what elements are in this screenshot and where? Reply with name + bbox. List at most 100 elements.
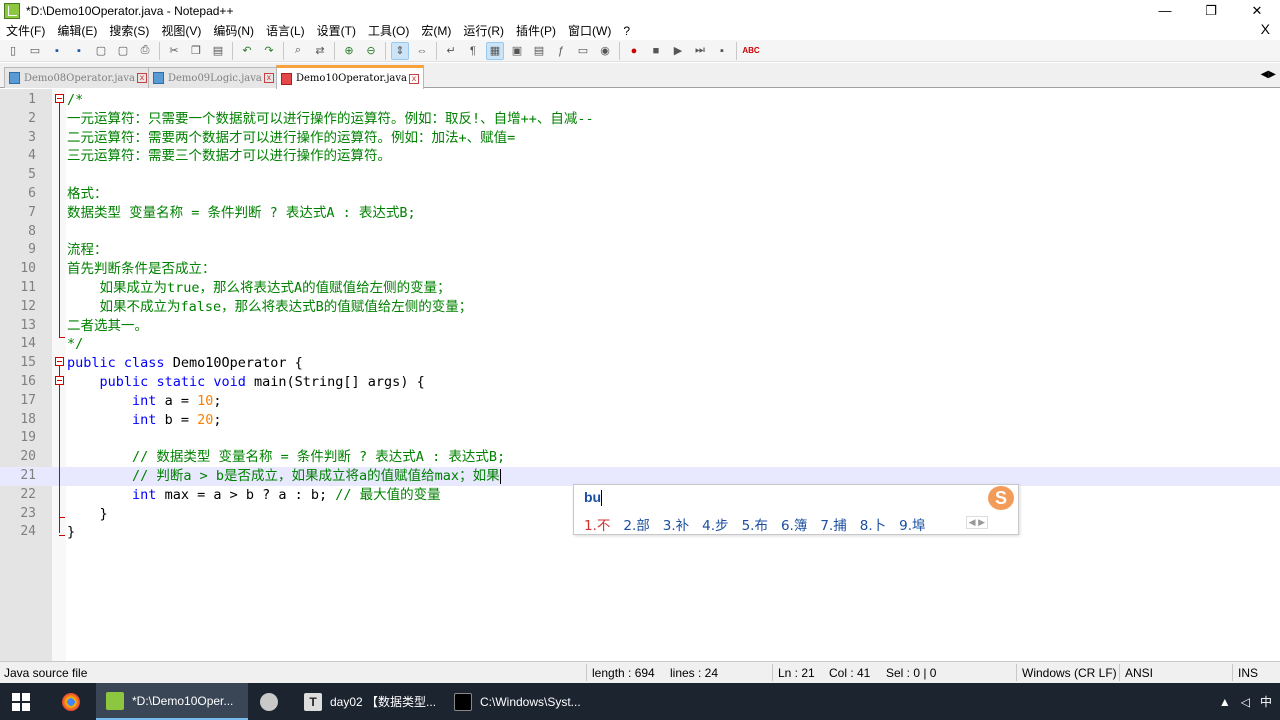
save-icon[interactable]: ▪	[48, 42, 66, 60]
code-line[interactable]: 17 int a = 10;	[0, 392, 1280, 411]
code-line[interactable]: 9 流程：	[0, 241, 1280, 260]
code-line[interactable]: 19	[0, 429, 1280, 448]
code-line[interactable]: 13 二者选其一。	[0, 317, 1280, 336]
tab-scroll-arrows[interactable]: ◀▶	[1261, 69, 1276, 80]
macro-save-icon[interactable]: ▪	[713, 42, 731, 60]
find-icon[interactable]: ⌕	[289, 42, 307, 60]
tab-demo09logic[interactable]: Demo09Logic.java x	[148, 67, 279, 88]
code-line[interactable]: 10 首先判断条件是否成立：	[0, 260, 1280, 279]
sync-vertical-icon[interactable]: ⇕	[391, 41, 409, 60]
code-line[interactable]: 7 数据类型 变量名称 = 条件判断 ? 表达式A : 表达式B;	[0, 204, 1280, 223]
ime-candidate[interactable]: 2.部	[623, 514, 649, 534]
menu-item-9[interactable]: 运行(R)	[457, 22, 510, 39]
menu-item-12[interactable]: ?	[617, 24, 636, 38]
fold-toggle-icon[interactable]	[55, 376, 64, 385]
code-line[interactable]: 3 二元运算符：需要两个数据才可以进行操作的运算符。例如：加法+、赋值=	[0, 129, 1280, 148]
macro-run-multiple-icon[interactable]: ⏭	[691, 42, 709, 60]
tab-demo08operator[interactable]: Demo08Operator.java x	[4, 67, 152, 88]
code-line[interactable]: 1 /*	[0, 91, 1280, 110]
taskbar-notepadpp[interactable]: *D:\Demo10Oper...	[96, 683, 248, 720]
spell-check-icon[interactable]: ABC	[742, 42, 760, 60]
code-line[interactable]: 16 public static void main(String[] args…	[0, 373, 1280, 392]
menu-item-10[interactable]: 插件(P)	[510, 22, 562, 39]
ime-candidate[interactable]: 9.埠	[899, 514, 925, 534]
code-line[interactable]: 12 如果不成立为false，那么将表达式B的值赋值给左侧的变量；	[0, 298, 1280, 317]
tab-close-icon[interactable]: x	[409, 73, 419, 84]
tab-demo10operator[interactable]: Demo10Operator.java x	[276, 65, 424, 89]
menu-item-0[interactable]: 文件(F)	[0, 22, 51, 39]
close-icon[interactable]: ▢	[92, 42, 110, 60]
close-all-icon[interactable]: ▢	[114, 42, 132, 60]
ime-candidate[interactable]: 1.不	[584, 514, 610, 534]
ime-candidate[interactable]: 5.布	[742, 514, 768, 534]
tab-close-icon[interactable]: x	[137, 73, 147, 83]
fold-toggle-icon[interactable]	[55, 357, 64, 366]
minimize-button[interactable]: —	[1142, 0, 1188, 21]
macro-record-icon[interactable]: ●	[625, 42, 643, 60]
menu-item-1[interactable]: 编辑(E)	[51, 22, 103, 39]
maximize-button[interactable]: ❐	[1188, 0, 1234, 21]
undo-icon[interactable]: ↶	[238, 42, 256, 60]
menu-item-11[interactable]: 窗口(W)	[562, 22, 617, 39]
taskbar-chrome[interactable]	[52, 683, 92, 720]
new-file-icon[interactable]: ▯	[4, 42, 22, 60]
doc-map-icon[interactable]: ▤	[530, 42, 548, 60]
menu-item-8[interactable]: 宏(M)	[415, 22, 457, 39]
open-file-icon[interactable]: ▭	[26, 42, 44, 60]
monitoring-icon[interactable]: ◉	[596, 42, 614, 60]
code-line[interactable]: 15 public class Demo10Operator {	[0, 354, 1280, 373]
taskbar-cmd[interactable]: C:\Windows\Syst...	[444, 683, 590, 720]
show-all-chars-icon[interactable]: ¶	[464, 42, 482, 60]
code-editor[interactable]: 1 /* 2 一元运算符：只需要一个数据就可以进行操作的运算符。例如：取反!、自增++…	[0, 89, 1280, 661]
ime-candidate[interactable]: 4.步	[702, 514, 728, 534]
code-line[interactable]: 6 格式：	[0, 185, 1280, 204]
code-line[interactable]: 2 一元运算符：只需要一个数据就可以进行操作的运算符。例如：取反!、自增++、自减…	[0, 110, 1280, 129]
code-line[interactable]: 4 三元运算符：需要三个数据才可以进行操作的运算符。	[0, 147, 1280, 166]
network-icon[interactable]: ▲	[1219, 695, 1231, 709]
word-wrap-icon[interactable]: ↵	[442, 42, 460, 60]
ime-candidate[interactable]: 8.卜	[860, 514, 886, 534]
macro-stop-icon[interactable]: ■	[647, 42, 665, 60]
ime-pager[interactable]: ◀ ▶	[965, 516, 988, 529]
close-button[interactable]: ✕	[1234, 0, 1280, 21]
code-line[interactable]: 11 如果成立为true，那么将表达式A的值赋值给左侧的变量；	[0, 279, 1280, 298]
volume-icon[interactable]: ◁	[1241, 695, 1250, 709]
menu-item-2[interactable]: 搜索(S)	[103, 22, 155, 39]
user-lang-icon[interactable]: ▣	[508, 42, 526, 60]
ime-candidate[interactable]: 6.簿	[781, 514, 807, 534]
zoom-out-icon[interactable]: ⊖	[362, 42, 380, 60]
code-line[interactable]: 8	[0, 223, 1280, 242]
cut-icon[interactable]: ✂	[165, 42, 183, 60]
paste-icon[interactable]: ▤	[209, 42, 227, 60]
status-eol[interactable]: Windows (CR LF)	[1022, 666, 1117, 680]
indent-guide-icon[interactable]: ▦	[486, 41, 504, 60]
function-list-icon[interactable]: ƒ	[552, 42, 570, 60]
taskbar-paint[interactable]	[250, 683, 290, 720]
save-all-icon[interactable]: ▪	[70, 42, 88, 60]
start-button[interactable]	[12, 693, 30, 711]
close-document-button[interactable]: X	[1255, 21, 1276, 37]
ime-candidate[interactable]: 7.捕	[820, 514, 846, 534]
menu-item-6[interactable]: 设置(T)	[311, 22, 362, 39]
code-line[interactable]: 14 */	[0, 335, 1280, 354]
tab-close-icon[interactable]: x	[263, 73, 274, 83]
menu-item-3[interactable]: 视图(V)	[155, 22, 207, 39]
macro-play-icon[interactable]: ▶	[669, 42, 687, 60]
menu-item-4[interactable]: 编码(N)	[207, 22, 260, 39]
taskbar-typora[interactable]: T day02 【数据类型...	[294, 683, 442, 720]
fold-toggle-icon[interactable]	[55, 94, 64, 103]
sync-horizontal-icon[interactable]: ⇔	[413, 42, 431, 60]
code-line[interactable]: 18 int b = 20;	[0, 411, 1280, 430]
code-line[interactable]: 20 // 数据类型 变量名称 = 条件判断 ? 表达式A : 表达式B;	[0, 448, 1280, 467]
zoom-in-icon[interactable]: ⊕	[340, 42, 358, 60]
menu-item-5[interactable]: 语言(L)	[260, 22, 311, 39]
redo-icon[interactable]: ↷	[260, 42, 278, 60]
code-line[interactable]: 5	[0, 166, 1280, 185]
replace-icon[interactable]: ⇄	[311, 42, 329, 60]
ime-indicator[interactable]: 中	[1260, 693, 1272, 710]
folder-workspace-icon[interactable]: ▭	[574, 42, 592, 60]
print-icon[interactable]: ⎙	[136, 42, 154, 60]
ime-candidate[interactable]: 3.补	[663, 514, 689, 534]
menu-item-7[interactable]: 工具(O)	[362, 22, 415, 39]
status-encoding[interactable]: ANSI	[1125, 666, 1153, 680]
